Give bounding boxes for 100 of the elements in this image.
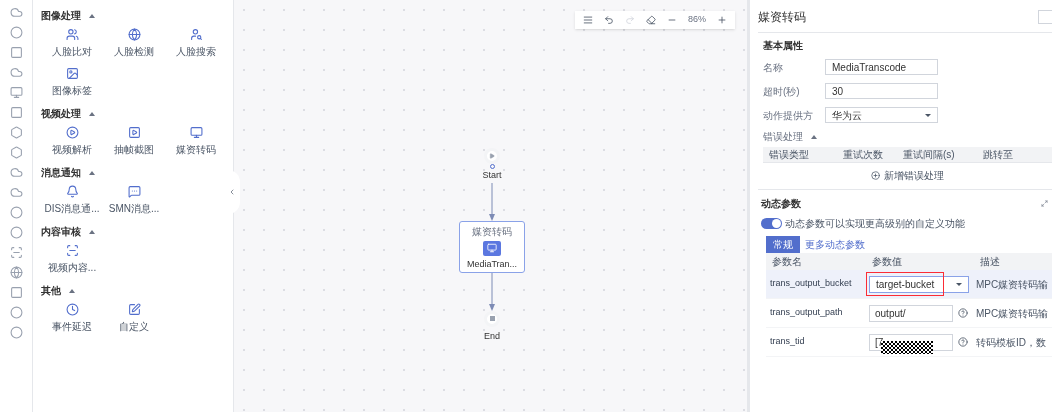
expand-icon[interactable]	[1041, 200, 1048, 207]
palette-item[interactable]: 自定义	[103, 303, 165, 334]
nav-icon[interactable]	[9, 126, 23, 139]
action-icon	[65, 67, 79, 80]
group-title: 内容审核	[41, 225, 81, 239]
group-title: 消息通知	[41, 166, 81, 180]
dropdown-icon	[956, 282, 962, 286]
action-icon	[65, 244, 79, 257]
tab[interactable]: 常规	[766, 236, 800, 253]
text-field[interactable]: 30	[825, 83, 938, 99]
panel-title: 媒资转码	[758, 9, 806, 26]
caret-icon[interactable]	[69, 288, 75, 293]
group-title: 图像处理	[41, 9, 81, 23]
help-icon[interactable]	[958, 308, 968, 318]
end-node[interactable]	[484, 310, 500, 327]
action-icon	[65, 185, 79, 198]
nav-icon[interactable]	[9, 86, 23, 99]
node-label: MediaTran...	[466, 258, 518, 271]
param-description: MPC媒资转码输	[975, 277, 1049, 292]
param-name: trans_output_path	[769, 306, 844, 320]
palette-item[interactable]: 人脸检测	[103, 28, 165, 59]
palette-item[interactable]: 抽帧截图	[103, 126, 165, 157]
section-title: 错误处理	[763, 130, 803, 144]
nav-icon[interactable]	[9, 106, 23, 119]
action-icon	[189, 28, 203, 41]
caret-icon[interactable]	[811, 134, 817, 139]
caret-icon[interactable]	[89, 170, 95, 175]
nav-icon[interactable]	[9, 146, 23, 159]
node-label: End	[484, 329, 500, 343]
caret-icon[interactable]	[89, 13, 95, 18]
nav-icon[interactable]	[9, 166, 23, 179]
tab[interactable]: 更多动态参数	[805, 236, 865, 253]
column-header: 描述	[979, 255, 1000, 269]
layout-icon[interactable]	[583, 15, 593, 25]
field-label: 超时(秒)	[763, 84, 801, 99]
undo-icon[interactable]	[604, 15, 614, 25]
palette-item[interactable]: 图像标签	[41, 67, 103, 98]
start-node[interactable]	[484, 148, 500, 164]
nav-icon[interactable]	[9, 66, 23, 79]
param-name: trans_tid	[769, 335, 806, 349]
select-field[interactable]: 华为云	[825, 107, 938, 123]
toggle-switch[interactable]	[761, 218, 782, 229]
group-title: 其他	[41, 284, 61, 298]
nav-icon[interactable]	[9, 46, 23, 59]
nav-icon[interactable]	[9, 186, 23, 199]
param-name: trans_output_bucket	[769, 277, 853, 291]
nav-icon[interactable]	[9, 26, 23, 39]
text-field[interactable]: MediaTranscode	[825, 59, 938, 75]
action-icon	[65, 28, 79, 41]
param-description: 转码模板ID，数	[975, 335, 1046, 350]
node-title: 媒资转码	[472, 224, 512, 239]
nav-icon[interactable]	[9, 306, 23, 319]
help-icon[interactable]	[958, 337, 968, 347]
palette-item[interactable]: 媒资转码	[165, 126, 227, 157]
field-label: 动作提供方	[763, 108, 814, 123]
add-error-handling-link[interactable]: 新增错误处理	[871, 168, 944, 183]
palette-item[interactable]: 视频内容...	[41, 244, 103, 275]
text-field[interactable]: output/	[869, 304, 953, 322]
action-icon	[127, 126, 141, 139]
connector-arrow	[488, 182, 496, 221]
palette-item[interactable]: DIS消息通...	[41, 185, 103, 216]
node-label: Start	[482, 169, 502, 182]
task-node[interactable]: 媒资转码 MediaTran...	[459, 220, 525, 273]
column-header: 重试次数	[843, 148, 884, 162]
zoom-in-icon[interactable]	[717, 15, 727, 25]
caret-icon[interactable]	[89, 111, 95, 116]
palette-item[interactable]: 事件延迟	[41, 303, 103, 334]
action-icon	[127, 185, 141, 198]
transcode-icon	[483, 240, 501, 256]
action-icon	[127, 28, 141, 41]
section-title: 动态参数	[761, 197, 801, 211]
nav-icon[interactable]	[9, 206, 23, 219]
dropdown-icon	[925, 113, 931, 117]
column-header: 参数名	[771, 255, 803, 269]
action-icon	[127, 303, 141, 316]
column-header: 重试间隔(s)	[903, 148, 956, 162]
section-title: 基本属性	[763, 39, 804, 53]
palette-item[interactable]: 人脸比对	[41, 28, 103, 59]
add-icon	[871, 171, 880, 180]
nav-icon[interactable]	[9, 266, 23, 279]
palette-item[interactable]: 视频解析	[41, 126, 103, 157]
toggle-label: 动态参数可以实现更高级别的自定义功能	[785, 217, 965, 231]
nav-icon[interactable]	[9, 326, 23, 339]
action-icon	[189, 126, 203, 139]
action-icon	[65, 303, 79, 316]
action-icon	[65, 126, 79, 139]
nav-icon[interactable]	[9, 246, 23, 259]
select-field[interactable]: target-bucket	[869, 275, 969, 293]
palette-item[interactable]: 人脸搜索	[165, 28, 227, 59]
nav-icon[interactable]	[9, 226, 23, 239]
caret-icon[interactable]	[89, 229, 95, 234]
eraser-icon[interactable]	[646, 15, 656, 25]
nav-icon[interactable]	[9, 6, 23, 19]
palette-item[interactable]: SMN消息...	[103, 185, 165, 216]
param-description: MPC媒资转码输	[975, 306, 1049, 321]
nav-icon[interactable]	[9, 286, 23, 299]
group-title: 视频处理	[41, 107, 81, 121]
panel-button[interactable]	[1038, 10, 1052, 24]
field-label: 名称	[763, 60, 784, 75]
column-header: 参数值	[871, 255, 903, 269]
